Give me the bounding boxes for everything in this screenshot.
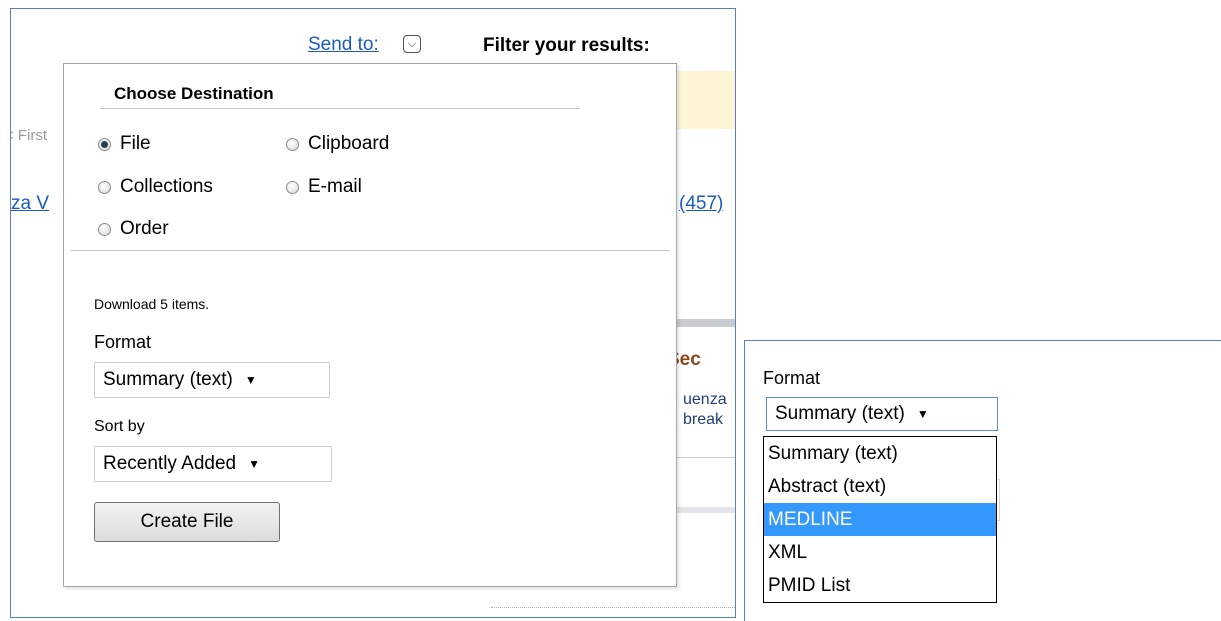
radio-label: E-mail (308, 176, 362, 197)
result-title-link[interactable]: za V (11, 193, 49, 215)
radio-label: Order (120, 218, 169, 239)
first-page-link[interactable]: < First (11, 127, 47, 144)
format-label: Format (763, 368, 821, 388)
divider (491, 607, 735, 608)
create-file-button[interactable]: Create File (94, 502, 280, 542)
send-to-link[interactable]: Send to: (308, 34, 379, 56)
format-label: Format (94, 332, 152, 352)
divider (70, 250, 670, 251)
radio-option-email[interactable]: E-mail (286, 176, 362, 198)
sort-select-value: Recently Added (103, 453, 237, 474)
format-select-open[interactable]: Summary (text) ▼ (766, 397, 998, 431)
chevron-down-icon[interactable]: ⌵ (403, 35, 421, 53)
format-option-pmid-list[interactable]: PMID List (764, 569, 996, 602)
format-select-value: Summary (text) (103, 369, 233, 390)
choose-destination-popup: Choose Destination File Clipboard Collec… (63, 63, 677, 587)
radio-label: Collections (120, 176, 213, 197)
radio-button-icon[interactable] (98, 222, 111, 236)
format-select-value: Summary (text) (775, 403, 905, 424)
radio-label: Clipboard (308, 133, 390, 154)
radio-label: File (120, 133, 151, 154)
dropdown-arrow-icon: ▼ (244, 373, 257, 387)
radio-button-icon[interactable] (286, 137, 299, 151)
radio-option-clipboard[interactable]: Clipboard (286, 133, 389, 155)
radio-option-file[interactable]: File (98, 133, 151, 155)
search-results-panel: Send to: ⌵ Filter your results: < First … (10, 8, 736, 618)
sidebar-snippet-link[interactable]: break (683, 411, 723, 429)
radio-button-icon[interactable] (286, 180, 299, 194)
format-options-list[interactable]: Summary (text) Abstract (text) MEDLINE X… (763, 436, 997, 603)
filter-results-label: Filter your results: (483, 35, 650, 56)
format-option-medline[interactable]: MEDLINE (764, 503, 996, 536)
radio-button-icon[interactable] (98, 137, 111, 151)
radio-option-collections[interactable]: Collections (98, 176, 213, 198)
divider (100, 108, 580, 109)
sort-by-label: Sort by (94, 418, 145, 435)
format-select[interactable]: Summary (text) ▼ (94, 362, 330, 398)
format-option-xml[interactable]: XML (764, 536, 996, 569)
format-option-abstract[interactable]: Abstract (text) (764, 470, 996, 503)
dropdown-arrow-icon: ▼ (248, 457, 260, 471)
radio-option-order[interactable]: Order (98, 218, 169, 240)
filter-count-link[interactable]: (457) (679, 193, 723, 215)
sidebar-snippet-link[interactable]: uenza (683, 391, 727, 409)
sort-by-select[interactable]: Recently Added ▼ (94, 446, 332, 482)
download-count-text: Download 5 items. (94, 296, 210, 312)
popup-title: Choose Destination (114, 84, 274, 103)
format-option-summary[interactable]: Summary (text) (764, 437, 996, 470)
format-dropdown-inset: Format Summary (text) ▼ Summary (text) A… (744, 340, 1221, 621)
dropdown-arrow-icon: ▼ (916, 407, 929, 421)
radio-button-icon[interactable] (98, 180, 111, 194)
